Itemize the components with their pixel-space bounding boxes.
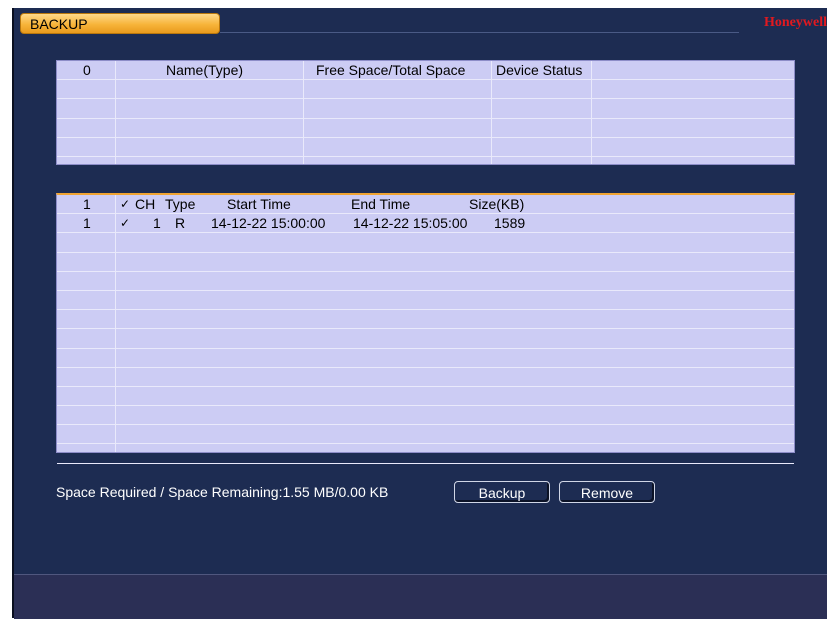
column-end-time[interactable]: End Time: [351, 195, 410, 214]
column-start-time[interactable]: Start Time: [227, 195, 291, 214]
backup-screen: BACKUP Honeywell 0 Name(Type) Free Space…: [12, 8, 827, 619]
row-index: 1: [83, 215, 91, 232]
column-device-status[interactable]: Device Status: [496, 61, 582, 80]
table-row[interactable]: [57, 425, 794, 445]
remove-button[interactable]: Remove: [559, 481, 655, 503]
row-channel: 1: [153, 215, 161, 232]
row-end-time: 14-12-22 15:05:00: [353, 215, 468, 232]
table-row[interactable]: [57, 253, 794, 272]
row-type: R: [175, 215, 186, 232]
table-row[interactable]: [57, 233, 794, 253]
page-title: BACKUP: [20, 13, 220, 34]
table-row[interactable]: [57, 406, 794, 426]
table-row[interactable]: 1 ✓ 1 R 14-12-22 15:00:00 14-12-22 15:05…: [57, 214, 794, 234]
table-row[interactable]: [57, 329, 794, 349]
column-index: 1: [83, 196, 91, 212]
table-row[interactable]: [57, 119, 794, 138]
row-size: 1589: [494, 215, 526, 232]
title-bar: BACKUP Honeywell: [16, 11, 827, 39]
backup-button[interactable]: Backup: [454, 481, 550, 503]
device-table-header: 0 Name(Type) Free Space/Total Space Devi…: [57, 61, 794, 81]
table-row[interactable]: [57, 349, 794, 368]
column-name-type[interactable]: Name(Type): [166, 61, 243, 80]
table-row[interactable]: [57, 291, 794, 311]
space-status-label: Space Required / Space Remaining:1.55 MB…: [56, 484, 389, 500]
table-row[interactable]: [57, 368, 794, 387]
column-free-space[interactable]: Free Space/Total Space: [316, 61, 465, 80]
column-size[interactable]: Size(KB): [469, 195, 524, 214]
column-type[interactable]: Type: [165, 195, 195, 214]
select-all-checkbox[interactable]: ✓: [120, 195, 130, 214]
table-row[interactable]: [57, 272, 794, 291]
bottom-bar: [14, 574, 827, 619]
title-divider: [220, 32, 739, 33]
table-row[interactable]: [57, 80, 794, 100]
table-row[interactable]: [57, 310, 794, 330]
file-table-header: 1 ✓ CH Type Start Time End Time Size(KB): [57, 195, 794, 215]
device-table: 0 Name(Type) Free Space/Total Space Devi…: [56, 60, 795, 165]
table-row[interactable]: [57, 444, 794, 464]
column-channel[interactable]: CH: [135, 195, 155, 214]
file-table: 1 ✓ CH Type Start Time End Time Size(KB)…: [56, 193, 795, 464]
table-row[interactable]: [57, 138, 794, 157]
brand-logo: Honeywell: [764, 15, 827, 30]
table-row[interactable]: [57, 99, 794, 119]
column-index: 0: [83, 62, 91, 78]
table-row[interactable]: [57, 387, 794, 407]
row-start-time: 14-12-22 15:00:00: [211, 215, 326, 232]
row-checkbox[interactable]: ✓: [120, 214, 130, 233]
